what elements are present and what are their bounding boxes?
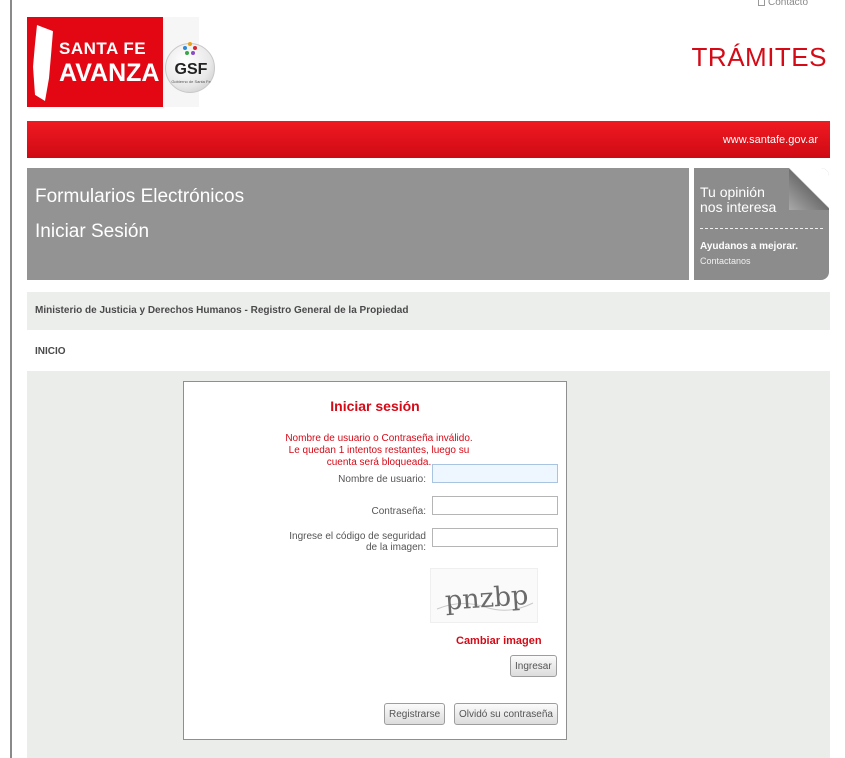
contact-link-label: Contacto: [768, 0, 809, 8]
password-input[interactable]: [432, 496, 558, 515]
gsf-seal-logo: GSF Gobierno de Santa Fe: [165, 42, 215, 93]
logo-line2: AVANZA: [59, 59, 160, 87]
gsf-seal-subtext: Gobierno de Santa Fe: [171, 79, 211, 84]
contact-link[interactable]: Contacto: [758, 0, 808, 8]
feedback-box[interactable]: Tu opinión nos interesa Ayudanos a mejor…: [694, 168, 829, 280]
page-banner: Formularios Electrónicos Iniciar Sesión: [27, 168, 689, 280]
username-label: Nombre de usuario:: [338, 474, 426, 485]
site-url-link[interactable]: www.santafe.gov.ar: [723, 134, 818, 146]
logo-text: SANTA FE AVANZA: [59, 37, 160, 87]
ministry-bar: Ministerio de Justicia y Derechos Humano…: [27, 292, 830, 330]
feedback-contact-link[interactable]: Contactanos: [700, 256, 751, 266]
login-panel: Iniciar sesión Nombre de usuario o Contr…: [183, 381, 567, 740]
forgot-password-button[interactable]: Olvidó su contraseña: [454, 703, 558, 725]
captcha-label-line1: Ingrese el código de seguridad: [289, 531, 426, 542]
ministry-label: Ministerio de Justicia y Derechos Humano…: [35, 305, 409, 316]
santa-fe-avanza-logo: SANTA FE AVANZA: [27, 17, 163, 107]
province-map-icon: [33, 25, 53, 101]
feedback-line1: Tu opinión: [700, 184, 765, 200]
ingresar-button[interactable]: Ingresar: [510, 655, 557, 677]
register-button[interactable]: Registrarse: [384, 703, 446, 725]
captcha-label: Ingrese el código de seguridad de la ima…: [289, 531, 426, 553]
banner-title: Formularios Electrónicos: [35, 186, 245, 207]
contact-icon: [758, 0, 765, 6]
page-fold-icon: [789, 168, 829, 210]
logo-line1: SANTA FE: [59, 39, 147, 58]
section-title: TRÁMITES: [691, 42, 827, 72]
logo-area[interactable]: SANTA FE AVANZA GSF Gobierno de Santa Fe: [27, 17, 215, 107]
captcha-image: pnzbp: [430, 568, 538, 623]
captcha-label-line2: de la imagen:: [365, 542, 426, 553]
username-input[interactable]: [432, 464, 558, 483]
login-title: Iniciar sesión: [330, 398, 420, 414]
captcha-text: pnzbp: [444, 580, 529, 617]
breadcrumb-home-link[interactable]: INICIO: [35, 346, 66, 357]
feedback-divider: [700, 228, 823, 229]
change-captcha-link[interactable]: Cambiar imagen: [456, 635, 542, 647]
gsf-seal-text: GSF: [174, 61, 208, 78]
page-left-border: [10, 0, 12, 758]
captcha-graphic: pnzbp: [436, 580, 534, 617]
feedback-line2: nos interesa: [700, 199, 777, 215]
gsf-star-icon: [183, 42, 197, 55]
password-label: Contraseña:: [371, 506, 426, 517]
banner-subtitle: Iniciar Sesión: [35, 221, 150, 242]
captcha-input[interactable]: [432, 528, 558, 547]
feedback-cta: Ayudanos a mejorar.: [700, 241, 798, 252]
header-red-bar: www.santafe.gov.ar: [27, 121, 830, 158]
